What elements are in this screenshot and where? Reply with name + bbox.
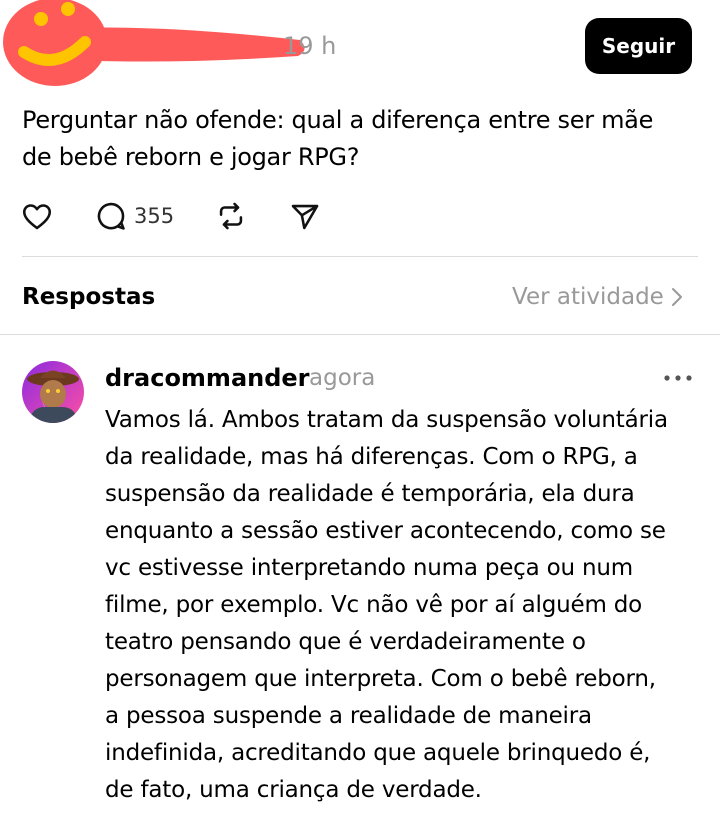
view-activity-label: Ver atividade: [512, 284, 664, 310]
post-timestamp: 19 h: [283, 32, 337, 60]
comment-timestamp: agora: [309, 365, 376, 391]
avatar[interactable]: [22, 361, 84, 423]
replies-heading: Respostas: [22, 284, 156, 310]
heart-icon: [22, 204, 52, 230]
redaction-scribble: [3, 0, 305, 86]
comment-username[interactable]: dracommander: [105, 362, 310, 394]
reply-count: 355: [134, 204, 175, 228]
repost-button[interactable]: [214, 199, 248, 233]
send-icon: [291, 204, 319, 230]
comment-bubble-icon: [97, 202, 125, 230]
divider: [22, 256, 698, 257]
view-activity-link[interactable]: Ver atividade: [512, 281, 684, 313]
more-dots-icon[interactable]: [662, 365, 694, 391]
comment-text: Vamos lá. Ambos tratam da suspensão volu…: [105, 407, 668, 803]
chevron-right-icon: [671, 288, 682, 306]
repost-icon: [219, 202, 243, 230]
follow-button[interactable]: Seguir: [585, 18, 692, 74]
post-text: Perguntar não ofende: qual a diferença e…: [22, 106, 654, 171]
share-button[interactable]: [288, 199, 322, 233]
like-button[interactable]: [20, 199, 54, 233]
reply-button[interactable]: 355: [94, 199, 174, 233]
divider: [0, 334, 720, 335]
